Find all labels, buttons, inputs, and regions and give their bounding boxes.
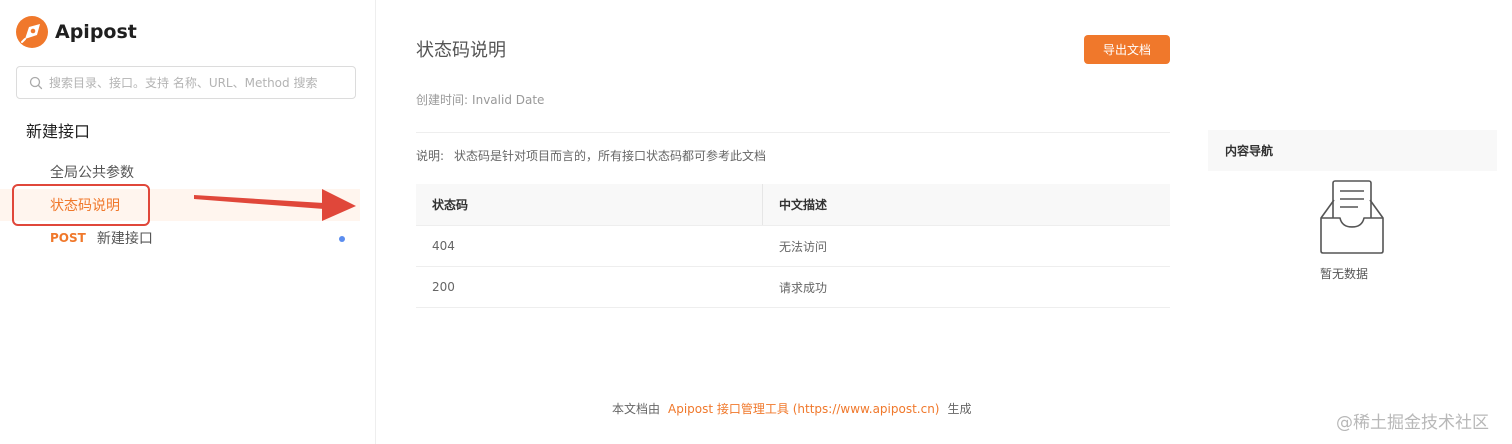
table-cell-description: 无法访问 [779, 239, 828, 254]
sidebar-section-title[interactable]: 新建接口 [26, 118, 90, 142]
apipost-logo-icon [16, 16, 48, 48]
sidebar-item-new-api[interactable]: POST 新建接口 [0, 222, 360, 254]
footer-suffix: 生成 [947, 402, 972, 416]
search-box[interactable] [16, 66, 356, 99]
sidebar-item-label: 全局公共参数 [50, 165, 134, 181]
desc-text: 状态码是针对项目而言的，所有接口状态码都可参考此文档 [454, 149, 767, 163]
table-row: 200 请求成功 [416, 267, 1170, 308]
page-title: 状态码说明 [416, 40, 506, 61]
footer: 本文档由 Apipost 接口管理工具 (https://www.apipost.… [612, 400, 972, 417]
empty-state-text: 暂无数据 [1320, 267, 1369, 281]
toc-header: 内容导航 [1208, 130, 1497, 171]
created-label: 创建时间: [416, 93, 469, 107]
table-cell-code: 404 [432, 239, 455, 253]
desc-label: 说明: [416, 149, 445, 163]
method-badge: POST [50, 231, 86, 245]
apipost-link[interactable]: Apipost 接口管理工具 (https://www.apipost.cn) [668, 402, 939, 416]
watermark: @稀土掘金技术社区 [1336, 413, 1489, 433]
sidebar-item-label: 新建接口 [96, 231, 153, 247]
status-code-table: 状态码 中文描述 404 无法访问 200 请求成功 [416, 184, 1170, 308]
created-time: 创建时间: Invalid Date [416, 91, 544, 108]
footer-prefix: 本文档由 [612, 402, 661, 416]
table-cell-code: 200 [432, 280, 455, 294]
description: 说明: 状态码是针对项目而言的，所有接口状态码都可参考此文档 [416, 147, 766, 164]
table-row: 404 无法访问 [416, 226, 1170, 267]
export-doc-button[interactable]: 导出文档 [1084, 35, 1170, 64]
divider [416, 132, 1170, 133]
search-input[interactable] [49, 75, 339, 90]
column-header-description: 中文描述 [779, 198, 828, 212]
unsaved-dot-icon [339, 236, 345, 242]
table-header: 状态码 中文描述 [416, 184, 1170, 226]
created-value: Invalid Date [472, 93, 545, 107]
column-header-code: 状态码 [416, 184, 763, 225]
annotation-arrow-icon [194, 189, 356, 221]
app-logo[interactable]: Apipost [16, 16, 137, 48]
app-name: Apipost [55, 21, 137, 43]
empty-inbox-icon [1320, 180, 1384, 254]
search-icon [29, 76, 43, 89]
table-cell-description: 请求成功 [779, 280, 828, 295]
highlight-box [12, 184, 150, 226]
